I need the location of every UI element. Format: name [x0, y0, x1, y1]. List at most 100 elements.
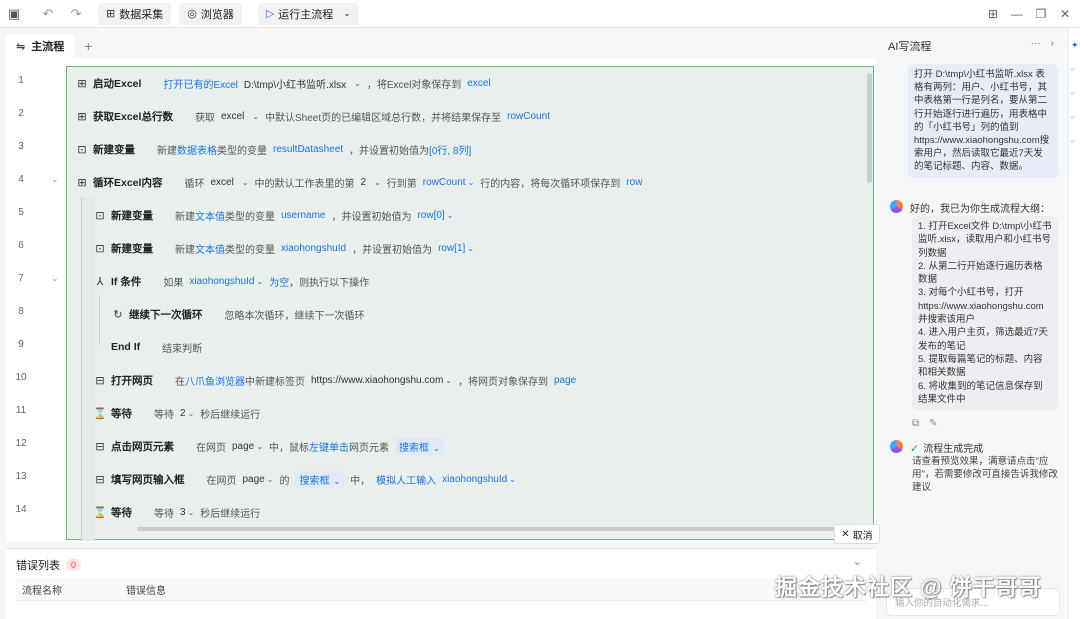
vertical-scrollbar[interactable]: [867, 73, 872, 183]
chevron-down-icon[interactable]: ⌄: [354, 79, 361, 88]
step-row-new-variable[interactable]: ⊡ 新建变量 新建 文本值 类型的变量 xiaohongshuId ，并设置初始…: [93, 236, 474, 260]
chevron-down-icon[interactable]: ⌄: [853, 555, 862, 568]
edit-icon[interactable]: ✎: [929, 418, 937, 429]
redo-icon[interactable]: ↷: [62, 0, 90, 28]
step-row-get-rowcount[interactable]: ⊞ 获取Excel总行数 获取 excel ⌄ 中默认Sheet页的已编辑区域总…: [75, 104, 556, 128]
element-tag[interactable]: 搜索框 ⌄: [295, 470, 345, 488]
step-param[interactable]: 打开已有的Excel: [163, 76, 237, 91]
step-param[interactable]: 2: [180, 408, 186, 419]
chevron-down-icon[interactable]: ⌄: [374, 178, 381, 187]
step-param[interactable]: https://www.xiaohongshu.com: [311, 375, 443, 386]
tab-main-flow[interactable]: ⇋ 主流程: [6, 34, 75, 58]
step-row-wait[interactable]: ⌛ 等待 等待 3 ⌄ 秒后继续运行: [93, 500, 266, 524]
chevron-down-icon[interactable]: ⌄: [188, 508, 195, 517]
step-param[interactable]: 为空: [269, 274, 289, 289]
chevron-down-icon[interactable]: ⌄: [467, 244, 474, 253]
variable-icon: ⊡: [95, 209, 105, 222]
step-param[interactable]: rowCount: [423, 177, 466, 188]
copy-icon[interactable]: ⧉: [912, 418, 919, 429]
chevron-down-icon[interactable]: ⌄: [447, 211, 454, 220]
cancel-button[interactable]: ✕ 取消: [834, 524, 880, 544]
undo-icon[interactable]: ↶: [34, 0, 62, 28]
step-param[interactable]: row[0]: [417, 210, 444, 221]
chevron-down-icon[interactable]: ⌄: [242, 178, 249, 187]
step-row-if-condition[interactable]: ⅄ If 条件 如果 xiaohongshuId ⌄ 为空 ，则执行以下操作: [93, 269, 375, 293]
grid-icon[interactable]: ⊞: [984, 7, 1002, 21]
step-param[interactable]: excel: [221, 111, 244, 122]
sidebar-icon[interactable]: ▫: [1071, 136, 1074, 146]
close-icon[interactable]: ✕: [1056, 7, 1074, 21]
step-param[interactable]: xiaohongshuId: [442, 474, 507, 485]
loop-icon: ⊞: [77, 176, 87, 189]
step-row-wait[interactable]: ⌛ 等待 等待 2 ⌄ 秒后继续运行: [93, 401, 266, 425]
chevron-down-icon[interactable]: ⌄: [509, 475, 516, 484]
step-variable[interactable]: resultDatasheet: [273, 144, 343, 155]
horizontal-scrollbar[interactable]: [137, 527, 837, 531]
step-param[interactable]: 3: [180, 507, 186, 518]
step-variable[interactable]: row: [626, 177, 642, 188]
step-variable[interactable]: username: [281, 210, 325, 221]
step-row-new-variable[interactable]: ⊡ 新建变量 新建 数据表格 类型的变量 resultDatasheet ，并设…: [75, 137, 477, 161]
step-row-open-page[interactable]: ⊟ 打开网页 在 八爪鱼浏览器 中新建标签页 https://www.xiaoh…: [93, 368, 582, 392]
restore-icon[interactable]: ❐: [1032, 7, 1050, 21]
ai-sparkle-icon[interactable]: ✦: [1071, 40, 1079, 51]
save-icon[interactable]: ▣: [0, 0, 28, 28]
chevron-down-icon[interactable]: ⌄: [188, 409, 195, 418]
sidebar-icon[interactable]: ▫: [1071, 64, 1074, 74]
fold-icon[interactable]: ⌄: [51, 273, 59, 284]
step-row-loop-excel[interactable]: ⊞ 循环Excel内容 循环 excel ⌄ 中的默认工作表里的第 2 ⌄ 行到…: [75, 170, 648, 194]
sidebar-icon[interactable]: ▫: [1071, 88, 1074, 98]
chevron-down-icon[interactable]: ⌄: [252, 112, 259, 121]
chevron-down-icon[interactable]: ⌄: [256, 442, 263, 451]
data-collection-button[interactable]: ⊞ 数据采集: [98, 2, 172, 25]
step-variable[interactable]: rowCount: [507, 111, 550, 122]
watermark: 掘金技术社区 @ 饼干哥哥: [775, 575, 1042, 600]
step-param[interactable]: 文本值: [195, 241, 225, 256]
run-main-flow-button[interactable]: ▷ 运行主流程 ⌄: [257, 2, 359, 25]
step-row-continue-loop[interactable]: ↻ 继续下一次循环 忽略本次循环，继续下一次循环: [111, 302, 371, 326]
step-row-new-variable[interactable]: ⊡ 新建变量 新建 文本值 类型的变量 username ，并设置初始值为 ro…: [93, 203, 453, 227]
step-row-end-if[interactable]: End If 结束判断: [111, 335, 208, 359]
sidebar-icon[interactable]: ▫: [1071, 112, 1074, 122]
step-param[interactable]: D:\tmp\小红书监听.xlsx: [244, 76, 346, 91]
chevron-down-icon: ⌄: [333, 476, 341, 486]
step-row-click-element[interactable]: ⊟ 点击网页元素 在网页 page ⌄ 中，鼠标 左键单击 网页元素 搜索框 ⌄: [93, 434, 450, 458]
chevron-down-icon[interactable]: ⌄: [267, 475, 274, 484]
step-param[interactable]: 数据表格: [177, 142, 217, 157]
step-param[interactable]: 文本值: [195, 208, 225, 223]
step-name: 新建变量: [111, 209, 153, 222]
step-text: 忽略本次循环，继续下一次循环: [224, 310, 365, 322]
step-param[interactable]: page: [243, 474, 265, 485]
chevron-down-icon[interactable]: ⌄: [256, 277, 263, 286]
more-icon[interactable]: ···: [1031, 38, 1041, 49]
step-param[interactable]: [0行, 8列]: [429, 142, 471, 157]
element-tag[interactable]: 搜索框 ⌄: [394, 437, 444, 455]
step-param[interactable]: excel: [210, 177, 233, 188]
fold-icon[interactable]: ⌄: [51, 174, 59, 185]
step-variable[interactable]: excel: [467, 78, 490, 89]
chevron-down-icon[interactable]: ⌄: [445, 376, 452, 385]
step-param[interactable]: xiaohongshuId: [189, 276, 254, 287]
line-number: 5: [18, 207, 24, 218]
browser-button[interactable]: ◎ 浏览器: [179, 2, 242, 25]
run-main-flow-label: 运行主流程: [278, 8, 334, 21]
error-list-header[interactable]: 错误列表 0: [16, 557, 82, 573]
step-param[interactable]: 2: [361, 177, 367, 188]
step-param[interactable]: 模拟人工输入: [376, 472, 436, 487]
step-param[interactable]: page: [232, 441, 254, 452]
outline-step: 4. 进入用户主页，筛选最近7天发布的笔记: [918, 327, 1048, 352]
chevron-down-icon[interactable]: ⌄: [343, 8, 351, 19]
step-row-fill-input[interactable]: ⊟ 填写网页输入框 在网页 page ⌄ 的 搜索框 ⌄ 中， 模拟人工输入 xi…: [93, 467, 516, 491]
chevron-right-icon[interactable]: ›: [1051, 38, 1054, 49]
excel-icon: ⊞: [77, 110, 87, 123]
step-param[interactable]: 左键单击: [309, 439, 349, 454]
minimize-icon[interactable]: —: [1008, 7, 1026, 21]
step-param[interactable]: row[1]: [438, 243, 465, 254]
add-tab-icon[interactable]: +: [84, 38, 92, 54]
step-param[interactable]: 八爪鱼浏览器: [185, 373, 245, 388]
step-variable[interactable]: page: [554, 375, 576, 386]
line-number: 14: [15, 504, 27, 515]
step-variable[interactable]: xiaohongshuId: [281, 243, 346, 254]
chevron-down-icon[interactable]: ⌄: [468, 178, 475, 187]
step-row-launch-excel[interactable]: ⊞ 启动Excel 打开已有的Excel D:\tmp\小红书监听.xlsx ⌄…: [75, 71, 497, 95]
